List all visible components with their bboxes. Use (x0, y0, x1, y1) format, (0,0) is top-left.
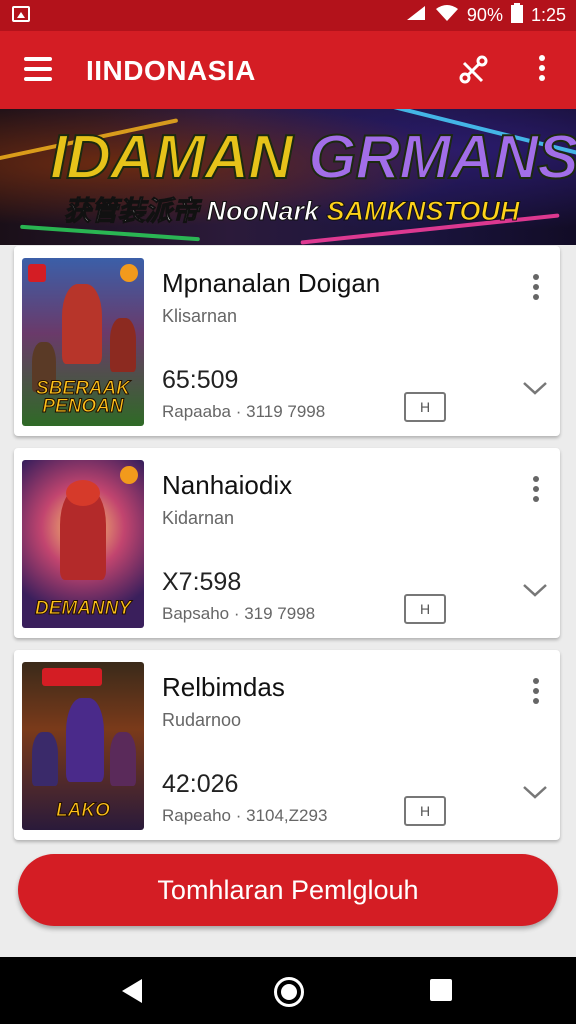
status-bar: 90% 1:25 (0, 0, 576, 31)
item-title: Mpnanalan Doigan (162, 268, 381, 298)
item-more-icon[interactable] (528, 476, 544, 506)
item-title: Nanhaiodix (162, 470, 293, 500)
gallery-notification-icon (12, 6, 30, 22)
banner-subtitle-yellow: SAMKNSTOUH (326, 196, 520, 227)
rating-badge-icon (120, 466, 138, 484)
battery-icon (510, 2, 523, 28)
status-icons: 90% 1:25 (405, 2, 566, 28)
battery-percent: 90% (466, 4, 503, 25)
item-title: Relbimdas (162, 672, 285, 702)
chevron-down-icon[interactable] (522, 782, 548, 802)
quality-badge: H (404, 796, 446, 826)
game-thumbnail: SBERAAK PENOAN (22, 258, 144, 426)
game-thumbnail: DEMANNY (22, 460, 144, 628)
item-number: X7:598 (162, 568, 242, 596)
banner-title-part2: GRMANS (307, 122, 576, 193)
quality-badge: H (404, 392, 446, 422)
app-logo-icon (28, 264, 46, 282)
list-item[interactable]: DEMANNY Nanhaiodix Kidarnan X7:598 Bapsa… (14, 448, 560, 638)
signal-icon (405, 4, 427, 27)
item-meta: Bapsaho · 319 7998 (162, 604, 316, 623)
thumbnail-text: DEMANNY (34, 598, 132, 619)
item-subtitle: Klisarnan (162, 306, 238, 326)
game-thumbnail: LAKO (22, 662, 144, 830)
banner-subtitle: 获管装派帝 NooNark SAMKNSTOUH (63, 189, 520, 228)
item-meta: Rapeaho · 3104,Z293 (162, 806, 328, 825)
recent-apps-icon[interactable] (430, 979, 452, 1001)
item-number: 42:026 (162, 770, 239, 798)
clock: 1:25 (530, 4, 566, 25)
thumbnail-text: LAKO (56, 800, 111, 821)
app-bar: IINDONASIA (0, 31, 576, 109)
item-subtitle: Rudarnoo (162, 710, 242, 730)
thumbnail-text: SBERAAK PENOAN (36, 378, 131, 417)
item-subtitle: Kidarnan (162, 508, 235, 528)
chevron-down-icon[interactable] (522, 378, 548, 398)
item-more-icon[interactable] (528, 678, 544, 708)
item-more-icon[interactable] (528, 274, 544, 304)
back-icon[interactable] (122, 979, 142, 1003)
rating-badge-icon (120, 264, 138, 282)
wifi-icon (435, 4, 459, 27)
list-item[interactable]: SBERAAK PENOAN Mpnanalan Doigan Klisarna… (14, 246, 560, 436)
share-icon[interactable] (456, 53, 490, 87)
more-vert-icon[interactable] (534, 55, 550, 85)
item-meta: Rapaaba · 3119 7998 (162, 402, 326, 421)
app-logo-icon (42, 668, 102, 686)
promo-banner[interactable]: IDAMAN GRMANS 获管装派帝 NooNark SAMKNSTOUH (0, 109, 576, 245)
home-icon[interactable] (274, 977, 304, 1007)
quality-badge: H (404, 594, 446, 624)
system-navigation-bar (0, 957, 576, 1024)
menu-icon[interactable] (24, 57, 52, 81)
primary-action-button[interactable]: Tomhlaran Pemlglouh (18, 854, 558, 926)
chevron-down-icon[interactable] (522, 580, 548, 600)
banner-title: IDAMAN GRMANS (49, 122, 576, 193)
app-title: IINDONASIA (86, 55, 256, 86)
item-number: 65:509 (162, 366, 239, 394)
banner-title-part1: IDAMAN (49, 122, 294, 193)
banner-subtitle-white: 获管装派帝 NooNark (63, 196, 320, 227)
list-item[interactable]: LAKO Relbimdas Rudarnoo 42:026 Rapeaho ·… (14, 650, 560, 840)
